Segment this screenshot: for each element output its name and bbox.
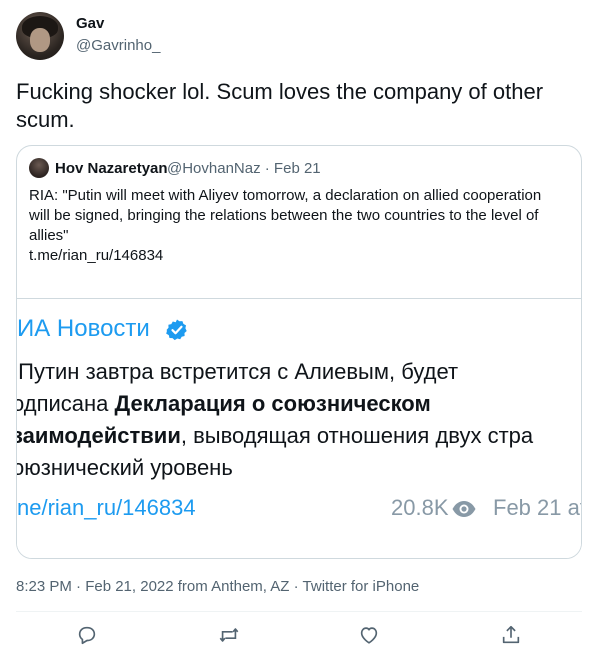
reply-button[interactable]	[76, 624, 100, 648]
embed-line-text: Путин завтра встретится с Алиевым, будет	[18, 359, 459, 384]
embed-line-bold: Декларация о союзническом	[114, 391, 431, 416]
embed-channel-title: ИА Новости	[17, 315, 150, 342]
embed-line-text: одписана	[17, 391, 115, 416]
embedded-screenshot: ИА Новости Путин завтра встретится с Али…	[17, 299, 582, 558]
tweet-actions	[16, 612, 582, 660]
quoted-text-line: RIA: "Putin will meet with Aliyev tomorr…	[29, 187, 542, 204]
reply-icon	[78, 626, 96, 645]
embed-link: ne/rian_ru/146834	[17, 495, 196, 520]
quoted-tweet-card[interactable]: Hov Nazaretyan @HovhanNaz · Feb 21 RIA: …	[16, 145, 582, 559]
embed-line-bold: заимодействии	[17, 423, 181, 448]
embed-body-text: Путин завтра встретится с Алиевым, будет…	[17, 356, 581, 484]
eye-icon	[452, 501, 476, 517]
embed-line-text: оюзнический уровень	[17, 455, 233, 480]
author-name[interactable]: Gav	[76, 15, 104, 32]
author-avatar[interactable]	[16, 12, 64, 60]
quoted-text-line: will be signed, bringing the relations b…	[29, 207, 539, 224]
verified-badge-icon	[166, 319, 187, 341]
embed-line: оюзнический уровень	[17, 452, 581, 484]
quoted-text-line: allies"	[29, 227, 69, 244]
embed-views: 20.8K	[391, 495, 449, 520]
quoted-tweet-text: RIA: "Putin will meet with Aliyev tomorr…	[29, 186, 569, 266]
retweet-button[interactable]	[218, 624, 242, 648]
like-button[interactable]	[358, 624, 382, 648]
embed-line-text: , выводящая отношения двух стра	[180, 423, 534, 448]
quoted-author-meta: @HovhanNaz · Feb 21	[167, 160, 321, 177]
quoted-link[interactable]: t.me/rian_ru/146834	[29, 246, 569, 266]
share-icon	[502, 625, 520, 644]
embed-line: Путин завтра встретится с Алиевым, будет	[17, 356, 581, 388]
like-icon	[360, 627, 378, 644]
retweet-icon	[219, 628, 239, 642]
avatar-face	[30, 28, 50, 52]
embed-line: заимодействии, выводящая отношения двух …	[17, 420, 581, 452]
quoted-author-name: Hov Nazaretyan	[55, 160, 168, 177]
embedded-screenshot-content: ИА Новости Путин завтра встретится с Али…	[17, 299, 582, 539]
author-handle[interactable]: @Gavrinho_	[76, 37, 160, 54]
embed-date: Feb 21 at	[493, 495, 582, 520]
embed-line: одписана Декларация о союзническом	[17, 388, 581, 420]
tweet-timestamp[interactable]: 8:23 PM · Feb 21, 2022 from Anthem, AZ ·…	[16, 578, 419, 595]
tweet-text: Fucking shocker lol. Scum loves the comp…	[16, 79, 544, 132]
share-button[interactable]	[500, 624, 524, 648]
quoted-author-avatar	[29, 158, 49, 178]
